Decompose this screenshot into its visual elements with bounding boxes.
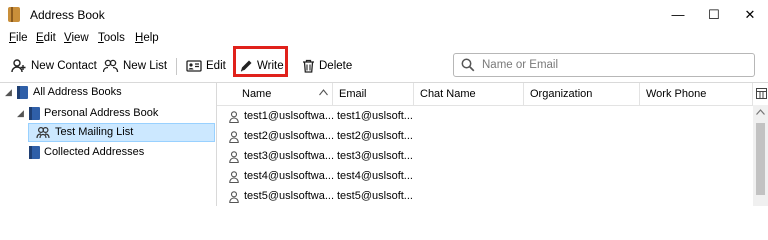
contact-icon — [229, 111, 239, 123]
delete-button[interactable]: Delete — [302, 55, 352, 77]
search-input[interactable]: Name or Email — [453, 53, 755, 77]
scrollbar-thumb[interactable] — [756, 123, 765, 195]
tree-item-label: Collected Addresses — [44, 146, 145, 158]
tree-item-test-mailing-list[interactable]: Test Mailing List — [0, 123, 216, 142]
sort-ascending-icon — [319, 89, 328, 96]
new-list-label: New List — [123, 60, 168, 72]
search-icon — [461, 58, 475, 72]
tree-item-label: All Address Books — [33, 86, 122, 98]
column-email[interactable]: Email — [333, 83, 414, 105]
scroll-up-arrow-icon[interactable] — [756, 109, 765, 115]
column-chat-name[interactable]: Chat Name — [414, 83, 524, 105]
column-work-phone[interactable]: Work Phone — [640, 83, 753, 105]
cell-email: test2@uslsoft... — [337, 130, 413, 142]
table-row[interactable]: test2@uslsoftwa... test2@uslsoft... — [217, 127, 753, 147]
maximize-button[interactable]: ☐ — [696, 0, 732, 30]
contact-icon — [229, 151, 239, 163]
book-icon — [29, 107, 40, 120]
tree-item-label: Personal Address Book — [44, 107, 159, 119]
table-row[interactable]: test1@uslsoftwa... test1@uslsoft... — [217, 107, 753, 127]
cell-name: test5@uslsoftwa... — [244, 190, 334, 202]
new-list-icon — [103, 59, 119, 73]
menu-edit[interactable]: Edit — [36, 32, 56, 44]
menu-tools[interactable]: Tools — [98, 32, 125, 44]
contact-list: Name Email Chat Name Organization Work P… — [217, 83, 768, 206]
close-button[interactable]: ✕ — [732, 0, 768, 30]
toolbar-separator — [176, 58, 177, 75]
cell-name: test2@uslsoftwa... — [244, 130, 334, 142]
address-book-icon — [8, 7, 20, 22]
column-picker-icon[interactable] — [756, 88, 767, 99]
menu-help[interactable]: Help — [135, 32, 159, 44]
address-book-tree: ◢ All Address Books ◢ Personal Address B… — [0, 83, 217, 206]
tree-item-collected-addresses[interactable]: Collected Addresses — [0, 143, 216, 162]
book-icon — [29, 146, 40, 159]
vertical-scrollbar[interactable] — [753, 105, 768, 206]
menu-file[interactable]: File — [9, 32, 28, 44]
delete-label: Delete — [319, 60, 353, 72]
contact-icon — [229, 171, 239, 183]
mailing-list-icon — [36, 126, 50, 139]
new-contact-icon — [11, 59, 26, 73]
edit-button[interactable]: Edit — [186, 55, 226, 77]
column-name[interactable]: Name — [217, 83, 333, 105]
book-icon — [17, 86, 28, 99]
cell-email: test3@uslsoft... — [337, 150, 413, 162]
new-list-button[interactable]: New List — [103, 55, 167, 77]
table-row[interactable]: test3@uslsoftwa... test3@uslsoft... — [217, 147, 753, 167]
cell-email: test1@uslsoft... — [337, 110, 413, 122]
tree-item-personal-address-book[interactable]: ◢ Personal Address Book — [0, 104, 216, 123]
tree-item-all-address-books[interactable]: ◢ All Address Books — [0, 83, 216, 102]
edit-label: Edit — [206, 60, 226, 72]
cell-email: test5@uslsoft... — [337, 190, 413, 202]
window-title: Address Book — [30, 8, 105, 22]
new-contact-label: New Contact — [31, 60, 97, 72]
write-highlight-box — [233, 46, 288, 77]
new-contact-button[interactable]: New Contact — [11, 55, 97, 77]
cell-email: test4@uslsoft... — [337, 170, 413, 182]
table-row[interactable]: test4@uslsoftwa... test4@uslsoft... — [217, 167, 753, 187]
tree-item-label: Test Mailing List — [55, 126, 134, 138]
contact-icon — [229, 131, 239, 143]
cell-name: test1@uslsoftwa... — [244, 110, 334, 122]
expand-arrow-icon[interactable]: ◢ — [17, 108, 24, 119]
cell-name: test3@uslsoftwa... — [244, 150, 334, 162]
trash-icon — [303, 59, 314, 73]
expand-arrow-icon[interactable]: ◢ — [5, 87, 12, 98]
table-row[interactable]: test5@uslsoftwa... test5@uslsoft... — [217, 187, 753, 207]
menu-view[interactable]: View — [64, 32, 89, 44]
cell-name: test4@uslsoftwa... — [244, 170, 334, 182]
title-bar: Address Book — ☐ ✕ — [0, 0, 768, 30]
menu-bar: File Edit View Tools Help — [0, 30, 768, 48]
contact-icon — [229, 191, 239, 203]
edit-card-icon — [186, 60, 202, 72]
minimize-button[interactable]: — — [660, 0, 696, 30]
search-placeholder: Name or Email — [482, 59, 559, 71]
column-organization[interactable]: Organization — [524, 83, 640, 105]
